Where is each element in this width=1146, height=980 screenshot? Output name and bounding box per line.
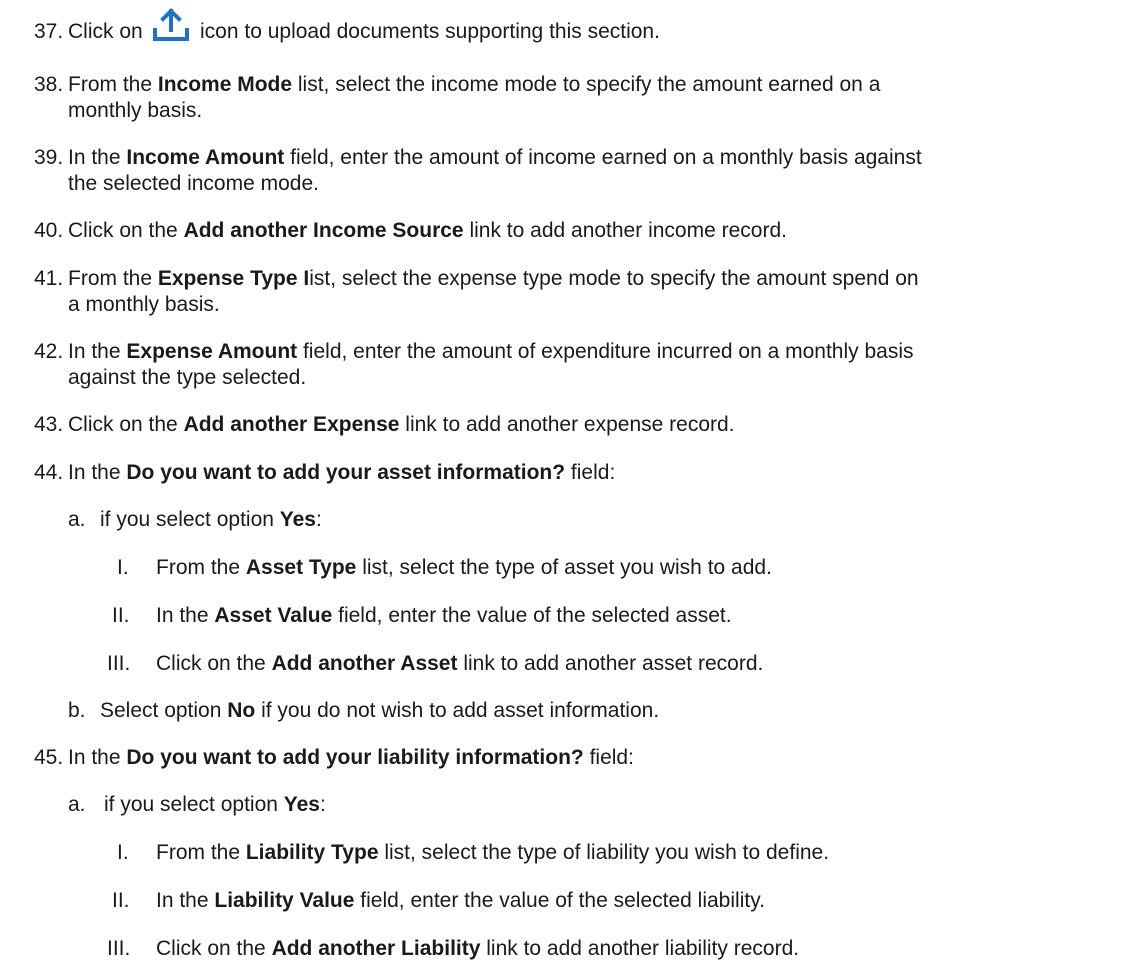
roman-label: II. [112, 604, 130, 627]
field-name: Expense Type I [157, 267, 310, 290]
step-number: 40. [34, 219, 64, 242]
step-text-pre: From the [68, 73, 158, 96]
substep-text-post: link to add another asset record. [457, 652, 764, 675]
step-text-post: field: [565, 461, 616, 484]
upload-icon [153, 8, 189, 41]
roman-label: I. [117, 841, 129, 864]
substep-text-pre: Click on the [156, 652, 272, 675]
step-text-pre: In the [68, 146, 127, 169]
step-text-pre: In the [68, 340, 127, 363]
step-number: 37. [34, 20, 64, 43]
field-name: Add another Income Source [183, 219, 464, 242]
option-name: Yes [283, 793, 320, 816]
field-name: Add another Expense [183, 413, 400, 436]
step-text-post: field: [583, 746, 634, 769]
substep-text-pre: From the [156, 556, 246, 579]
step-text-pre: In the [68, 746, 127, 769]
step-text-pre: In the [68, 461, 127, 484]
field-name: Income Mode [157, 73, 293, 96]
field-name: Expense Amount [126, 340, 298, 363]
substep-text-pre: if you select option [104, 793, 284, 816]
field-name: Asset Value [214, 604, 333, 627]
step-number: 39. [34, 146, 64, 169]
substep-text-pre: if you select option [100, 508, 280, 531]
substep-text-post: list, select the type of liability you w… [378, 841, 830, 864]
substep-text-pre: In the [156, 604, 215, 627]
substep-text-post: list, select the type of asset you wish … [356, 556, 772, 579]
roman-label: II. [112, 889, 130, 912]
field-name: Add another Asset [271, 652, 458, 675]
step-text-post: link to add another expense record. [399, 413, 735, 436]
step-text-post: link to add another income record. [463, 219, 787, 242]
roman-label: III. [107, 652, 131, 675]
step-text-post: field, enter the amount of expenditure i… [297, 340, 914, 363]
substep-label: a. [68, 508, 86, 531]
step-text-post: field, enter the amount of income earned… [284, 146, 922, 169]
substep-text-post: field, enter the value of the selected a… [332, 604, 732, 627]
substep-text-post: field, enter the value of the selected l… [354, 889, 765, 912]
step-text-pre: From the [68, 267, 158, 290]
option-name: Yes [279, 508, 316, 531]
field-name: Liability Value [214, 889, 355, 912]
step-number: 44. [34, 461, 64, 484]
step-number: 45. [34, 746, 64, 769]
document-page: { "steps": { "s37": { "num": "37.", "pre… [0, 0, 1146, 980]
substep-text-pre: In the [156, 889, 215, 912]
substep-label: a. [68, 793, 86, 816]
roman-label: III. [107, 937, 131, 960]
field-name: Asset Type [245, 556, 357, 579]
step-number: 43. [34, 413, 64, 436]
substep-text-post: : [320, 793, 326, 816]
substep-text-post: : [316, 508, 322, 531]
step-number: 42. [34, 340, 64, 363]
step-text-pre: Click on [68, 20, 143, 43]
substep-text-post: if you do not wish to add asset informat… [255, 699, 660, 722]
step-number: 38. [34, 73, 64, 96]
step-text-cont: the selected income mode. [68, 172, 319, 195]
step-text-cont: against the type selected. [68, 366, 307, 389]
substep-text-post: link to add another liability record. [480, 937, 800, 960]
substep-text-pre: Click on the [156, 937, 272, 960]
step-text-post: icon to upload documents supporting this… [200, 20, 660, 43]
step-text-cont: a monthly basis. [68, 293, 220, 316]
substep-text-pre: Select option [100, 699, 228, 722]
field-name: Income Amount [126, 146, 285, 169]
field-name: Add another Liability [271, 937, 481, 960]
option-name: No [227, 699, 256, 722]
step-number: 41. [34, 267, 64, 290]
substep-text-pre: From the [156, 841, 246, 864]
step-text-cont: monthly basis. [68, 99, 203, 122]
substep-label: b. [68, 699, 86, 722]
step-text-pre: Click on the [68, 219, 184, 242]
step-text-pre: Click on the [68, 413, 184, 436]
roman-label: I. [117, 556, 129, 579]
field-name: Do you want to add your asset informatio… [126, 461, 566, 484]
field-name: Do you want to add your liability inform… [126, 746, 584, 769]
field-name: Liability Type [245, 841, 379, 864]
step-text-post: ist, select the expense type mode to spe… [309, 267, 919, 290]
step-text-post: list, select the income mode to specify … [292, 73, 881, 96]
